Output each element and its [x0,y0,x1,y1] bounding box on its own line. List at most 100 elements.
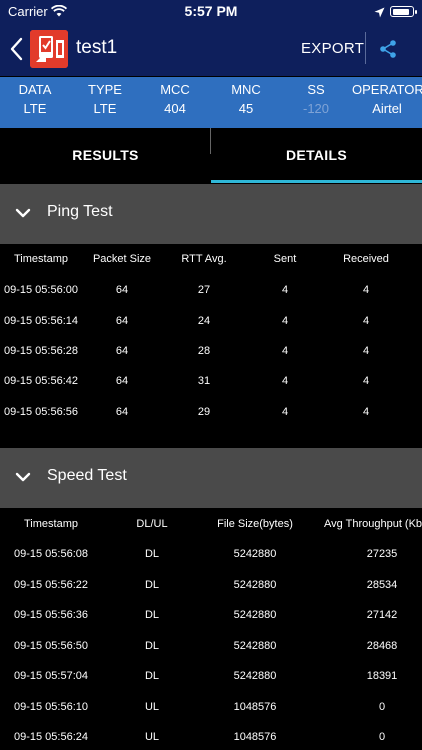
info-label: MCC [160,82,190,97]
table-cell: 5242880 [233,640,277,652]
info-label: MNC [231,82,261,97]
column-header: Timestamp [24,518,78,530]
table-cell: UL [144,731,160,743]
table-cell: 09-15 05:56:36 [13,609,88,621]
table-cell: DL [144,548,160,560]
column-header: Timestamp [14,253,68,265]
section-title: Ping Test [47,203,113,220]
info-ss: SS -120 [291,82,341,116]
column-header: Sent [273,253,297,265]
table-cell: 09-15 05:57:04 [13,670,88,682]
table-cell: DL [144,670,160,682]
table-cell: 4 [362,284,370,296]
table-cell: 18391 [366,670,398,682]
table-cell: 09-15 05:56:00 [3,284,78,296]
status-time: 5:57 PM [184,3,238,19]
table-cell: 1048576 [233,701,277,713]
table-cell: 27235 [366,548,398,560]
share-icon [380,40,396,58]
table-cell: 28468 [366,640,398,652]
info-type: TYPE LTE [80,82,130,116]
column-header: Avg Throughput (Kb [324,518,422,530]
table-cell: 09-15 05:56:50 [13,640,88,652]
tab-details[interactable]: DETAILS [211,128,422,183]
column-header: RTT Avg. [181,253,227,265]
table-cell: 5242880 [233,670,277,682]
tab-results[interactable]: RESULTS [0,128,211,183]
back-button[interactable] [6,34,28,64]
section-title: Speed Test [47,467,127,484]
table-cell: 4 [281,284,289,296]
table-cell: DL [144,640,160,652]
table-cell: 29 [197,406,211,418]
info-data: DATA LTE [10,82,60,116]
column-header: Packet Size [92,253,152,265]
table-cell: 27 [197,284,211,296]
table-cell: 64 [115,284,129,296]
info-value: LTE [23,101,47,116]
info-label: SS [307,82,325,97]
table-cell: 64 [115,345,129,357]
nav-bar: test1 EXPORT [0,22,422,76]
table-cell: DL [144,579,160,591]
table-cell: 4 [362,345,370,357]
table-cell: 0 [378,731,386,743]
table-cell: 1048576 [233,731,277,743]
location-icon [374,5,385,23]
table-cell: 4 [362,375,370,387]
chevron-left-icon [10,37,23,61]
table-cell: 5242880 [233,579,277,591]
table-cell: 27142 [366,609,398,621]
table-cell: 09-15 05:56:22 [13,579,88,591]
info-operator: OPERATOR Airtel [352,82,422,116]
share-button[interactable] [377,38,399,60]
battery-icon [390,6,417,17]
info-label: DATA [18,82,52,97]
table-cell: DL [144,609,160,621]
table-cell: 5242880 [233,609,277,621]
info-mcc: MCC 404 [150,82,200,116]
table-cell: 64 [115,375,129,387]
info-value: -120 [302,101,330,116]
table-cell: 28534 [366,579,398,591]
ping-test-header[interactable]: Ping Test [0,184,422,244]
tab-bar: RESULTS DETAILS [0,128,422,183]
info-value: 45 [238,101,254,116]
info-label: TYPE [88,82,122,97]
column-header: Received [343,253,389,265]
table-cell: 09-15 05:56:14 [3,315,78,327]
speed-test-header[interactable]: Speed Test [0,448,422,508]
table-cell: 09-15 05:56:56 [3,406,78,418]
app-logo [30,30,68,68]
table-cell: 64 [115,315,129,327]
chevron-down-icon [15,470,31,488]
table-cell: 09-15 05:56:42 [3,375,78,387]
nav-divider [365,32,366,64]
table-cell: 0 [378,701,386,713]
table-cell: 09-15 05:56:24 [13,731,88,743]
info-value: Airtel [372,101,402,116]
status-bar: Carrier 5:57 PM [0,0,422,22]
column-header: DL/UL [136,518,168,530]
table-cell: 4 [362,406,370,418]
table-cell: 4 [281,406,289,418]
table-cell: 4 [281,315,289,327]
column-header: File Size(bytes) [217,518,293,530]
info-mnc: MNC 45 [221,82,271,116]
info-label: OPERATOR [352,82,422,97]
info-value: LTE [93,101,117,116]
table-cell: 64 [115,406,129,418]
table-cell: 4 [362,315,370,327]
table-cell: 31 [197,375,211,387]
table-cell: 09-15 05:56:28 [3,345,78,357]
network-info-strip: DATA LTE TYPE LTE MCC 404 MNC 45 SS -120… [0,77,422,128]
table-cell: 4 [281,375,289,387]
table-cell: 5242880 [233,548,277,560]
table-cell: 09-15 05:56:08 [13,548,88,560]
table-cell: 09-15 05:56:10 [13,701,88,713]
table-cell: 28 [197,345,211,357]
export-button[interactable]: EXPORT [301,40,364,57]
table-cell: UL [144,701,160,713]
info-value: 404 [164,101,186,116]
page-title: test1 [76,37,118,58]
